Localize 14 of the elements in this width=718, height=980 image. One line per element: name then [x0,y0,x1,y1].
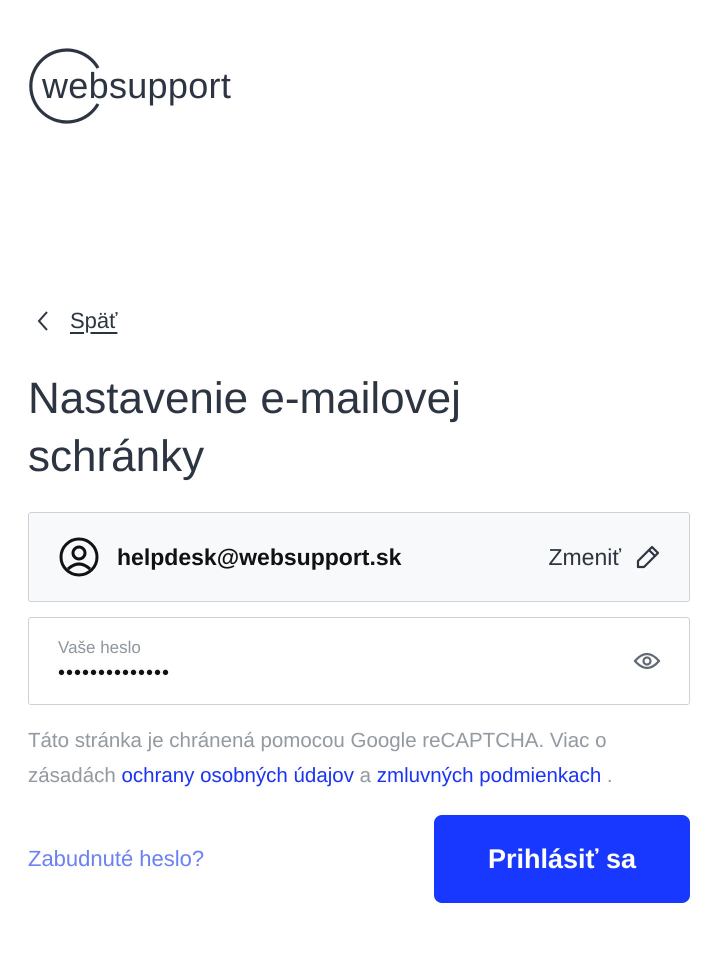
back-link[interactable]: Späť [70,308,118,334]
logo-text: websupport [42,65,232,107]
account-email: helpdesk@websupport.sk [117,544,402,570]
policy-link[interactable]: ochrany osobných údajov [121,764,354,787]
login-button[interactable]: Prihlásiť sa [434,815,690,903]
policy-link[interactable]: zmluvných podmienkach [376,764,602,787]
page-title: Nastavenie e-mailovej schránky [28,373,462,483]
user-icon [59,537,99,577]
change-button[interactable]: Zmeniť [548,544,661,570]
pencil-icon [635,544,661,570]
eye-icon[interactable] [633,651,661,671]
recaptcha-notice: Táto stránka je chránená pomocou Google reCAPTCHA. Viac o zásadách ochrany osobných údajov a zmluvných podmienkach . [28,728,614,789]
chevron-left-icon [36,310,50,332]
password-field[interactable]: Vaše heslo •••••••••••••• [28,617,690,705]
